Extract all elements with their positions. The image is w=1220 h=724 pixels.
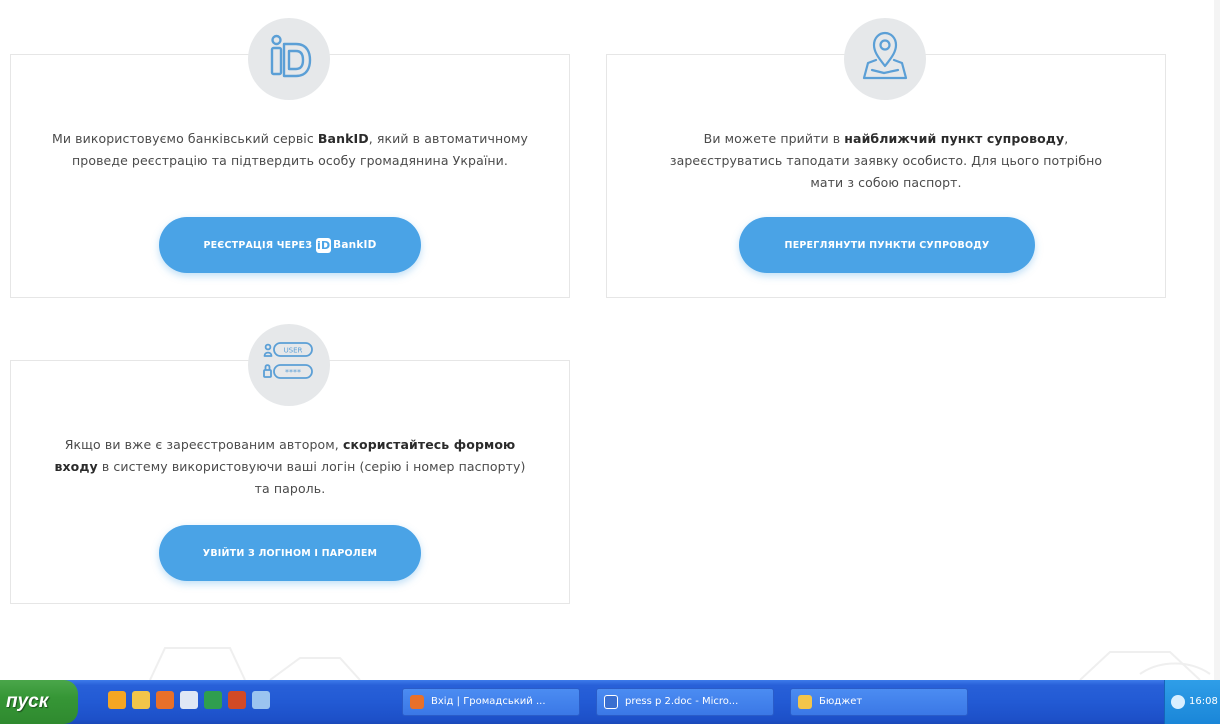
support-point-description: Ви можете прийти в найближчий пункт супр… — [669, 131, 1103, 190]
background-decoration — [149, 647, 1211, 680]
scrollbar[interactable] — [1214, 0, 1220, 680]
system-tray: 16:08 — [1164, 680, 1220, 724]
calendar-icon[interactable] — [180, 691, 198, 709]
svg-text:****: **** — [285, 368, 301, 377]
app-icon[interactable] — [108, 691, 126, 709]
taskbar-task-firefox[interactable]: Вхід | Громадський ... — [402, 688, 580, 716]
taskbar: пуск Вхід | Громадський ... press p 2.do… — [0, 680, 1220, 724]
map-pin-icon — [844, 18, 926, 100]
task-label: Вхід | Громадський ... — [431, 696, 546, 707]
powerpoint-icon[interactable] — [228, 691, 246, 709]
login-description: Якщо ви вже є зареєстрованим автором, ск… — [54, 437, 526, 496]
bankid-description: Ми використовуємо банківський сервіс Ban… — [51, 131, 528, 168]
view-support-points-button[interactable]: ПЕРЕГЛЯНУТИ ПУНКТИ СУПРОВОДУ — [739, 217, 1035, 273]
bankid-mark: iD BankID — [316, 237, 377, 253]
login-fields-icon: USER **** — [248, 324, 330, 406]
bankid-logo-icon: iD — [316, 237, 332, 253]
app-icon[interactable] — [252, 691, 270, 709]
taskbar-task-folder[interactable]: Бюджет — [790, 688, 968, 716]
taskbar-task-word[interactable]: press p 2.doc - Micro... — [596, 688, 774, 716]
login-with-password-label: УВІЙТИ З ЛОГІНОМ І ПАРОЛЕМ — [202, 547, 378, 559]
login-with-password-button[interactable]: УВІЙТИ З ЛОГІНОМ І ПАРОЛЕМ — [159, 525, 421, 581]
excel-icon[interactable] — [204, 691, 222, 709]
task-label: Бюджет — [819, 696, 863, 707]
bankid-brand-label: BankID — [333, 239, 377, 251]
start-button[interactable]: пуск — [0, 680, 78, 724]
bankid-logo-icon — [248, 18, 330, 100]
svg-text:USER: USER — [284, 347, 303, 355]
view-support-points-label: ПЕРЕГЛЯНУТИ ПУНКТИ СУПРОВОДУ — [784, 239, 990, 251]
folder-icon[interactable] — [132, 691, 150, 709]
clock: 16:08 — [1189, 696, 1218, 707]
task-label: press p 2.doc - Micro... — [625, 696, 739, 707]
quick-launch — [108, 691, 270, 713]
register-bankid-label: РЕЄСТРАЦІЯ ЧЕРЕЗ — [203, 239, 313, 251]
register-bankid-button[interactable]: РЕЄСТРАЦІЯ ЧЕРЕЗ iD BankID — [159, 217, 421, 273]
firefox-icon[interactable] — [156, 691, 174, 709]
firefox-icon — [410, 695, 424, 709]
folder-icon — [798, 695, 812, 709]
volume-icon[interactable] — [1171, 695, 1185, 709]
word-doc-icon — [604, 695, 618, 709]
